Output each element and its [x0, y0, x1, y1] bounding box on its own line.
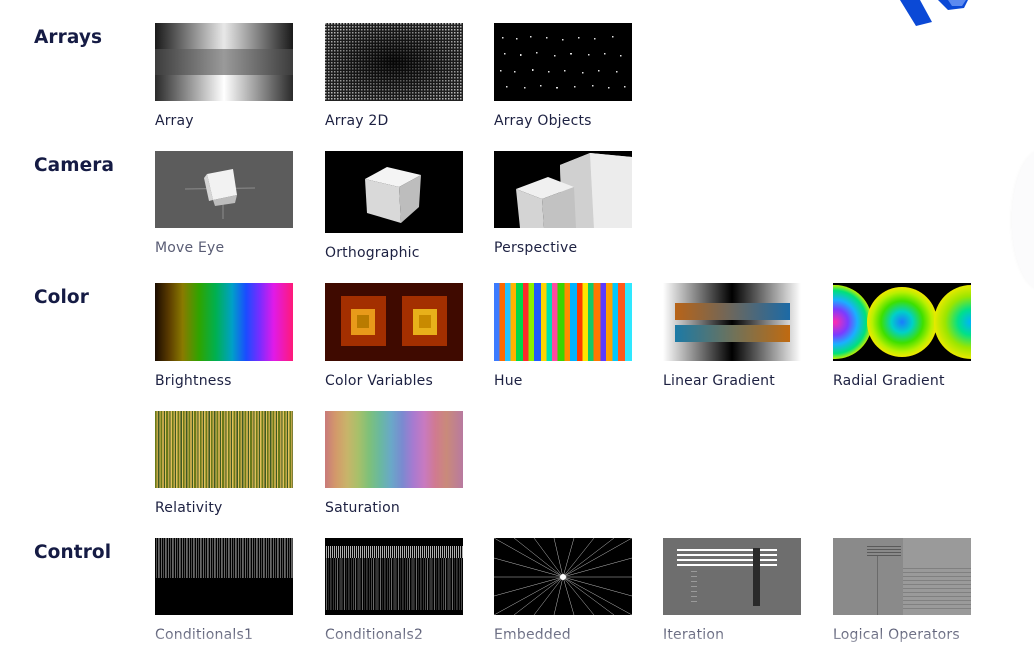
examples-page: Arrays Array Array 2D Array Objects Came… [0, 0, 1034, 651]
processing-logo-icon [900, 0, 968, 26]
example-label: Hue [494, 373, 523, 389]
decorative-edge-shape [1012, 150, 1034, 290]
example-label: Brightness [155, 373, 232, 389]
example-label: Iteration [663, 627, 725, 643]
thumbnail-saturation [325, 411, 463, 488]
example-card-embedded[interactable]: Embedded [494, 538, 632, 643]
example-label: Array [155, 113, 194, 129]
example-card-hue[interactable]: Hue [494, 283, 632, 389]
thumbnail-brightness [155, 283, 293, 361]
section-title-camera: Camera [34, 155, 115, 176]
section-title-color: Color [34, 287, 89, 308]
thumbnail-relativity [155, 411, 293, 488]
section-title-control: Control [34, 542, 112, 563]
example-card-color-variables[interactable]: Color Variables [325, 283, 463, 389]
example-label: Conditionals1 [155, 627, 254, 643]
example-label: Linear Gradient [663, 373, 775, 389]
example-label: Embedded [494, 627, 571, 643]
thumbnail-array-objects [494, 23, 632, 101]
example-label: Radial Gradient [833, 373, 945, 389]
thumbnail-perspective [494, 151, 632, 228]
example-card-brightness[interactable]: Brightness [155, 283, 293, 389]
example-label: Orthographic [325, 245, 420, 261]
example-label: Relativity [155, 500, 223, 516]
thumbnail-iteration [663, 538, 801, 615]
example-card-perspective[interactable]: Perspective [494, 151, 632, 256]
example-label: Perspective [494, 240, 578, 256]
thumbnail-array-2d [325, 23, 463, 101]
example-label: Saturation [325, 500, 400, 516]
example-label: Array Objects [494, 113, 592, 129]
example-card-iteration[interactable]: Iteration [663, 538, 801, 643]
example-card-array-objects[interactable]: Array Objects [494, 23, 632, 129]
example-label: Array 2D [325, 113, 389, 129]
example-label: Move Eye [155, 240, 225, 256]
example-label: Color Variables [325, 373, 433, 389]
thumbnail-conditionals2 [325, 538, 463, 615]
example-card-logical-operators[interactable]: Logical Operators [833, 538, 971, 643]
section-title-arrays: Arrays [34, 27, 103, 48]
example-card-conditionals2[interactable]: Conditionals2 [325, 538, 463, 643]
example-card-move-eye[interactable]: Move Eye [155, 151, 293, 256]
example-card-radial-gradient[interactable]: Radial Gradient [833, 283, 971, 389]
example-card-saturation[interactable]: Saturation [325, 411, 463, 516]
thumbnail-logical-operators [833, 538, 971, 615]
example-card-orthographic[interactable]: Orthographic [325, 151, 463, 261]
thumbnail-move-eye [155, 151, 293, 228]
example-card-array-2d[interactable]: Array 2D [325, 23, 463, 129]
thumbnail-array [155, 23, 293, 101]
example-card-relativity[interactable]: Relativity [155, 411, 293, 516]
example-label: Logical Operators [833, 627, 960, 643]
thumbnail-linear-gradient [663, 283, 801, 361]
thumbnail-color-variables [325, 283, 463, 361]
example-card-array[interactable]: Array [155, 23, 293, 129]
thumbnail-conditionals1 [155, 538, 293, 615]
thumbnail-embedded [494, 538, 632, 615]
example-card-linear-gradient[interactable]: Linear Gradient [663, 283, 801, 389]
thumbnail-orthographic [325, 151, 463, 233]
thumbnail-hue [494, 283, 632, 361]
example-label: Conditionals2 [325, 627, 424, 643]
example-card-conditionals1[interactable]: Conditionals1 [155, 538, 293, 643]
thumbnail-radial-gradient [833, 283, 971, 361]
